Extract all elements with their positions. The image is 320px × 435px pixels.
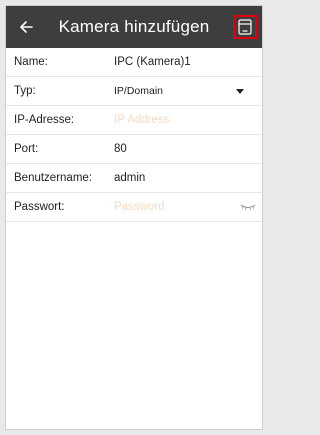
username-row: Benutzername: admin (6, 164, 262, 193)
port-label: Port: (14, 143, 39, 155)
dropdown-arrow-icon[interactable] (236, 89, 244, 94)
type-select[interactable]: IP/Domain (114, 85, 163, 97)
username-label: Benutzername: (14, 172, 92, 184)
camera-form: Name: IPC (Kamera)1 Typ: IP/Domain IP-Ad… (6, 48, 262, 222)
app-bar: Kamera hinzufügen (6, 6, 262, 48)
name-input[interactable]: IPC (Kamera)1 (114, 56, 191, 68)
app-screen: Kamera hinzufügen Name: IPC (Kamera)1 Ty… (5, 5, 263, 430)
name-row: Name: IPC (Kamera)1 (6, 48, 262, 77)
save-button[interactable] (233, 15, 257, 39)
type-label: Typ: (14, 85, 36, 97)
ip-label: IP-Adresse: (14, 114, 75, 126)
back-button[interactable] (12, 13, 40, 41)
port-row: Port: 80 (6, 135, 262, 164)
name-label: Name: (14, 56, 48, 68)
type-row[interactable]: Typ: IP/Domain (6, 77, 262, 106)
page-title: Kamera hinzufügen (58, 17, 210, 36)
password-label: Passwort: (14, 201, 65, 213)
ip-row: IP-Adresse: IP Address (6, 106, 262, 135)
password-row: Passwort: Password (6, 193, 262, 222)
password-input[interactable]: Password (114, 201, 165, 213)
arrow-left-icon (20, 21, 33, 33)
port-input[interactable]: 80 (114, 143, 127, 155)
password-visibility-icon[interactable] (240, 203, 256, 211)
save-icon (238, 19, 252, 35)
username-input[interactable]: admin (114, 172, 145, 184)
ip-input[interactable]: IP Address (114, 114, 169, 126)
